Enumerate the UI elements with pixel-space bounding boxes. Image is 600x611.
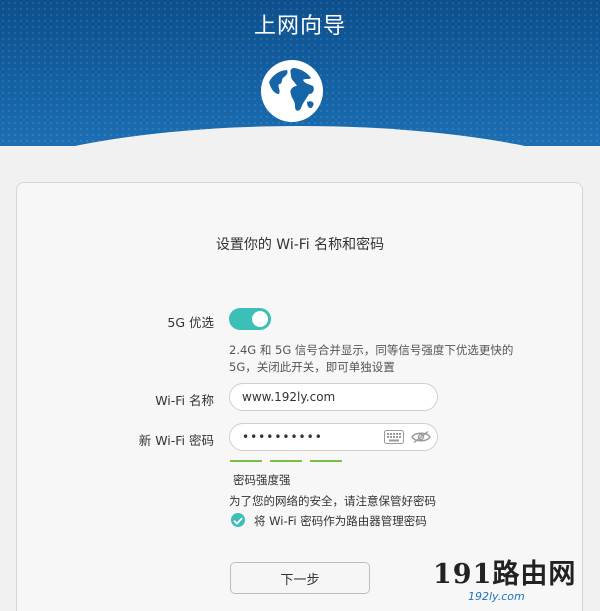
wifi-name-input[interactable]	[229, 383, 438, 411]
wifi-password-label: 新 Wi-Fi 密码	[138, 433, 214, 448]
strength-bar-3	[310, 460, 342, 462]
watermark-url: 192ly.com	[468, 590, 525, 603]
next-step-button[interactable]: 下一步	[230, 562, 370, 594]
header-banner: 上网向导	[0, 0, 600, 146]
wifi-name-label: Wi-Fi 名称	[155, 393, 214, 408]
page-title: 上网向导	[253, 14, 346, 39]
reuse-password-label[interactable]: 将 Wi-Fi 密码作为路由器管理密码	[254, 513, 427, 529]
toggle-knob	[252, 311, 268, 327]
band-steering-description: 2.4G 和 5G 信号合并显示，同等信号强度下优选更快的 5G，关闭此开关，即…	[229, 342, 549, 376]
strength-bar-1	[230, 460, 262, 462]
keyboard-icon[interactable]	[384, 428, 404, 446]
checkmark-icon	[233, 517, 243, 525]
globe-icon	[261, 60, 323, 122]
band-steering-label: 5G 优选	[167, 315, 214, 330]
eye-hidden-icon[interactable]	[411, 428, 431, 446]
security-note: 为了您的网络的安全，请注意保管好密码	[229, 494, 436, 508]
wifi-password-input[interactable]	[229, 423, 438, 451]
reuse-password-checkbox[interactable]	[231, 513, 245, 527]
card-title: 设置你的 Wi-Fi 名称和密码	[215, 237, 385, 253]
band-steering-toggle[interactable]	[229, 308, 271, 330]
description-line-2: 5G，关闭此开关，即可单独设置	[229, 360, 395, 374]
password-strength-label: 密码强度强	[233, 473, 291, 487]
watermark-logo: 191路由网	[433, 559, 577, 590]
description-line-1: 2.4G 和 5G 信号合并显示，同等信号强度下优选更快的	[229, 343, 514, 357]
strength-bar-2	[270, 460, 302, 462]
